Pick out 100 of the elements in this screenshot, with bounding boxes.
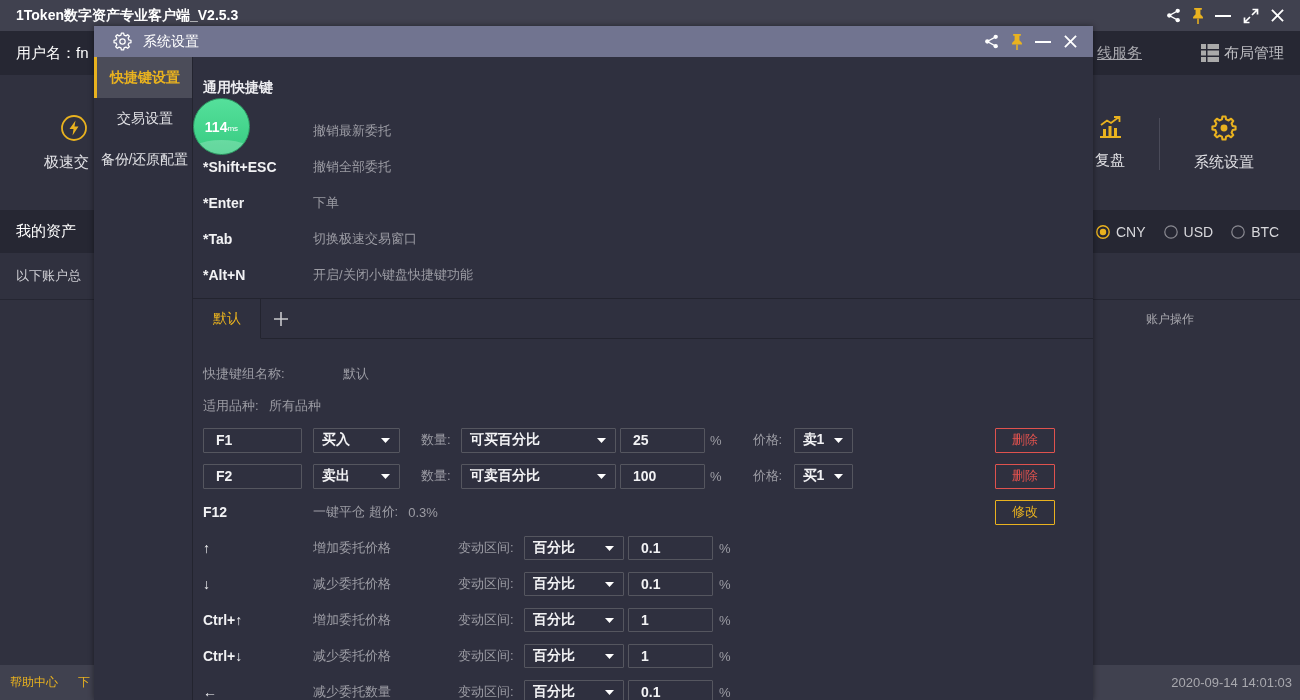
hotkey-label: Ctrl+↓ bbox=[203, 648, 243, 664]
caret-icon bbox=[381, 437, 390, 443]
share-icon[interactable] bbox=[984, 34, 999, 49]
range-field[interactable]: 0.1 bbox=[628, 680, 713, 700]
sidebar-item[interactable]: 交易设置 bbox=[94, 98, 192, 139]
layout-button[interactable]: 布局管理 bbox=[1201, 43, 1284, 63]
range-field[interactable]: 0.1 bbox=[628, 536, 713, 560]
hotkey-label: *Shift+ESC bbox=[203, 159, 277, 175]
range-field[interactable]: 1 bbox=[628, 608, 713, 632]
sidebar-item[interactable]: 备份/还原配置 bbox=[94, 139, 192, 180]
currency-label[interactable]: USD bbox=[1183, 223, 1214, 240]
unit-label: % bbox=[719, 540, 731, 556]
hotkey-field[interactable]: F2 bbox=[203, 463, 302, 489]
hotkey-description: 减少委托价格 bbox=[313, 648, 391, 663]
field-label: 数量: bbox=[421, 432, 451, 447]
caret-icon bbox=[597, 437, 606, 443]
status-link[interactable]: 帮助中心 bbox=[10, 674, 58, 691]
pin-icon[interactable] bbox=[1193, 7, 1203, 24]
range-mode-select[interactable]: 百分比 bbox=[524, 608, 624, 632]
share-icon[interactable] bbox=[1166, 8, 1181, 23]
timestamp: 2020-09-14 14:01:03 bbox=[1171, 675, 1292, 690]
price-select[interactable]: 买1 bbox=[793, 463, 853, 489]
maximize-icon[interactable] bbox=[1243, 7, 1259, 24]
hotkey-field[interactable]: F1 bbox=[203, 427, 302, 453]
range-mode-select[interactable]: 百分比 bbox=[524, 536, 624, 560]
hotkey-description: 减少委托价格 bbox=[313, 576, 391, 591]
currency-label[interactable]: CNY bbox=[1116, 223, 1146, 240]
side-select[interactable]: 买入 bbox=[313, 427, 400, 453]
field-label: 价格: bbox=[752, 432, 783, 447]
caret-icon bbox=[833, 473, 843, 479]
range-mode-select[interactable]: 百分比 bbox=[524, 680, 624, 700]
field-label: 变动区间: bbox=[458, 648, 514, 663]
sidebar-item[interactable]: 快捷键设置 bbox=[94, 57, 192, 98]
field-label: 变动区间: bbox=[458, 540, 514, 555]
hotkey-label: F12 bbox=[203, 504, 228, 520]
quantity-field[interactable]: 25 bbox=[620, 427, 705, 453]
currency-label[interactable]: BTC bbox=[1251, 223, 1280, 240]
caret-icon bbox=[605, 617, 614, 623]
radio-button[interactable] bbox=[1096, 224, 1110, 239]
minimize-icon[interactable] bbox=[1215, 14, 1231, 17]
unit-label: % bbox=[719, 576, 731, 592]
quantity-field[interactable]: 100 bbox=[620, 463, 705, 489]
field-label: 变动区间: bbox=[458, 576, 514, 591]
hotkey-label: ← bbox=[203, 684, 217, 700]
radio-button[interactable] bbox=[1163, 224, 1178, 239]
range-mode-select[interactable]: 百分比 bbox=[524, 572, 624, 596]
gear-icon bbox=[113, 32, 132, 51]
caret-icon bbox=[605, 689, 614, 695]
quantity-mode-select[interactable]: 可买百分比 bbox=[461, 427, 616, 453]
column-header: 账户操作 bbox=[1146, 311, 1194, 328]
group-tab[interactable]: 默认 bbox=[193, 299, 261, 339]
grid-icon bbox=[1201, 44, 1219, 62]
hotkey-label: *Tab bbox=[203, 231, 233, 247]
quantity-mode-select[interactable]: 可卖百分比 bbox=[461, 463, 616, 489]
range-field[interactable]: 0.1 bbox=[628, 572, 713, 596]
hotkey-label: ↑ bbox=[203, 540, 210, 556]
edit-button[interactable]: 修改 bbox=[995, 499, 1055, 525]
toolbar-button[interactable]: 系统设置 bbox=[1194, 115, 1254, 172]
username-label: 用户名：fn bbox=[15, 43, 89, 63]
caret-icon bbox=[833, 437, 843, 443]
close-icon[interactable] bbox=[1064, 35, 1077, 48]
hotkey-label: *Enter bbox=[203, 195, 245, 211]
caret-icon bbox=[605, 653, 614, 659]
service-link[interactable]: 线服务 bbox=[1097, 43, 1142, 63]
window-title: 1Token数字资产专业客户端_V2.5.3 bbox=[16, 6, 239, 25]
minimize-icon[interactable] bbox=[1035, 40, 1051, 43]
status-link[interactable]: 下 bbox=[78, 674, 90, 691]
field-label: 价格: bbox=[752, 468, 783, 483]
close-icon[interactable] bbox=[1271, 9, 1284, 22]
range-mode-select[interactable]: 百分比 bbox=[524, 644, 624, 668]
hotkey-description: 减少委托数量 bbox=[313, 684, 391, 699]
range-field[interactable]: 1 bbox=[628, 644, 713, 668]
caret-icon bbox=[597, 473, 606, 479]
price-select[interactable]: 卖1 bbox=[793, 427, 853, 453]
hotkey-description: 开启/关闭小键盘快捷键功能 bbox=[313, 266, 473, 284]
hotkey-label: ↓ bbox=[203, 576, 210, 592]
field-label: 快捷键组名称: bbox=[203, 366, 285, 381]
side-select[interactable]: 卖出 bbox=[313, 463, 400, 489]
radio-button[interactable] bbox=[1231, 224, 1246, 239]
hotkey-label: Ctrl+↑ bbox=[203, 612, 243, 628]
caret-icon bbox=[381, 473, 390, 479]
unit-label: % bbox=[710, 468, 722, 484]
lightning-icon bbox=[61, 115, 87, 141]
hotkey-description: 切换极速交易窗口 bbox=[313, 230, 417, 248]
field-value: 0.3% bbox=[408, 504, 438, 520]
field-label: 适用品种: bbox=[203, 397, 259, 415]
hotkey-label: *Alt+N bbox=[203, 267, 246, 283]
unit-label: % bbox=[719, 648, 731, 664]
hotkey-description: 增加委托价格 bbox=[313, 612, 391, 627]
summary-text: 以下账户总 bbox=[15, 267, 81, 285]
field-label: 变动区间: bbox=[458, 612, 514, 627]
field-value: 默认 bbox=[343, 365, 369, 383]
delete-button[interactable]: 删除 bbox=[995, 463, 1055, 489]
delete-button[interactable]: 删除 bbox=[995, 427, 1055, 453]
toolbar-button[interactable]: 复盘 bbox=[1095, 115, 1125, 170]
toolbar-button[interactable]: 极速交 bbox=[44, 115, 89, 172]
field-value: 所有品种 bbox=[268, 397, 321, 415]
caret-icon bbox=[605, 545, 614, 551]
field-label: 变动区间: bbox=[458, 684, 514, 699]
unit-label: % bbox=[719, 612, 731, 628]
